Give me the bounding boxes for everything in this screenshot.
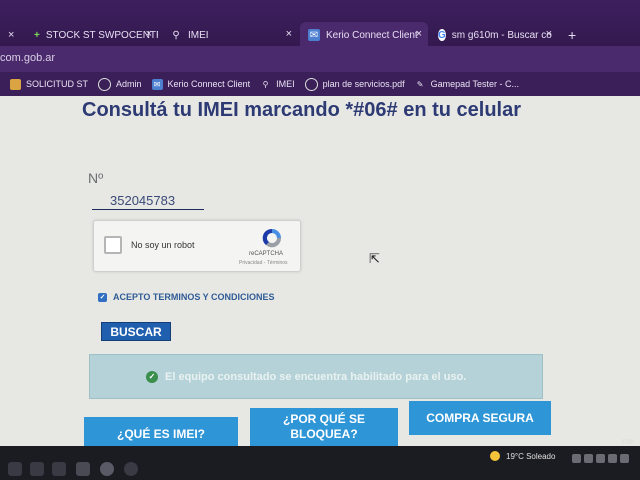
captcha-checkbox[interactable] [104, 236, 122, 254]
tray-icon[interactable] [584, 454, 593, 463]
usb-icon: ⚲ [262, 79, 269, 89]
imei-input[interactable] [92, 192, 204, 210]
close-icon[interactable]: × [286, 28, 292, 40]
mail-icon: ✉ [308, 29, 320, 41]
captcha-label: No soy un robot [131, 240, 195, 250]
close-icon[interactable]: × [546, 28, 552, 40]
tray-icon[interactable] [596, 454, 605, 463]
tray-icon[interactable] [620, 454, 629, 463]
check-circle-icon: ✓ [146, 370, 158, 383]
tab-stock[interactable]: + STOCK ST SWPOCENTR × [26, 22, 158, 48]
bookmark-label: Admin [116, 79, 142, 89]
tab-close-icon[interactable]: × [0, 22, 26, 48]
close-icon[interactable]: × [146, 28, 152, 40]
why-blocked-button[interactable]: ¿POR QUÉ SE BLOQUEA? [250, 408, 398, 446]
terms-label: ACEPTO TERMINOS Y CONDICIONES [113, 292, 275, 302]
tab-kerio[interactable]: ✉ Kerio Connect Client × [300, 22, 428, 48]
bookmark-label: IMEI [276, 79, 295, 89]
recaptcha-widget: No soy un robot reCAPTCHA Privacidad - T… [93, 220, 301, 272]
bookmark-solicitud[interactable]: SOLICITUD ST [10, 78, 89, 90]
app-icon[interactable] [8, 462, 22, 476]
mouse-cursor-icon: ⇱ [369, 251, 380, 266]
tab-label: STOCK ST SWPOCENTR [45, 29, 158, 41]
globe-icon [304, 77, 318, 91]
plus-icon: + [34, 29, 40, 41]
safe-purchase-button[interactable]: COMPRA SEGURA [409, 401, 551, 435]
checkbox-checked-icon[interactable]: ✓ [98, 292, 107, 302]
globe-icon [98, 77, 112, 91]
mail-icon: ✉ [151, 78, 163, 90]
page-title: Consultá tu IMEI marcando *#06# en tu ce… [82, 99, 522, 121]
bookmark-label: SOLICITUD ST [26, 79, 89, 89]
bookmark-label: plan de servicios.pdf [322, 79, 405, 89]
address-bar[interactable]: com.gob.ar [0, 46, 640, 72]
terms-checkbox-row[interactable]: ✓ ACEPTO TERMINOS Y CONDICIONES [98, 292, 275, 302]
close-icon[interactable]: × [416, 28, 422, 40]
result-message: El equipo consultado se encuentra habili… [165, 370, 467, 383]
sun-icon [490, 451, 500, 461]
bookmark-plan[interactable]: plan de servicios.pdf [304, 77, 405, 91]
tray-icon[interactable] [572, 454, 581, 463]
system-tray [572, 454, 629, 463]
app-icon[interactable] [52, 462, 66, 476]
weather-widget[interactable]: 19°C Soleado [490, 451, 555, 461]
google-icon: G [438, 29, 446, 41]
page-content: Consultá tu IMEI marcando *#06# en tu ce… [0, 96, 640, 468]
tab-label: sm g610m - Buscar co [451, 29, 552, 41]
bookmark-imei[interactable]: ⚲ IMEI [260, 79, 295, 90]
url-text: com.gob.ar [0, 52, 56, 64]
bookmark-gamepad[interactable]: ✎ Gamepad Tester - C... [415, 79, 519, 90]
app-icon[interactable] [124, 462, 138, 476]
grid-icon [10, 78, 21, 90]
usb-icon: ⚲ [172, 29, 180, 41]
app-icon[interactable] [100, 462, 114, 476]
tray-icon[interactable] [608, 454, 617, 463]
app-icon[interactable] [76, 462, 90, 476]
browser-tab-bar: × + STOCK ST SWPOCENTR × ⚲ IMEI × ✉ Keri… [0, 0, 640, 48]
tab-label: IMEI [188, 29, 209, 41]
bookmark-admin[interactable]: Admin [98, 77, 142, 91]
captcha-brand: reCAPTCHA [249, 251, 284, 257]
bookmark-label: Gamepad Tester - C... [430, 79, 520, 89]
imei-field-label: Nº [88, 170, 104, 186]
gamepad-icon: ✎ [416, 79, 424, 89]
tab-label: Kerio Connect Client [326, 29, 418, 41]
weather-text: 19°C Soleado [506, 451, 556, 461]
tab-imei[interactable]: ⚲ IMEI × [162, 22, 298, 48]
bookmarks-bar: SOLICITUD ST Admin ✉ Kerio Connect Clien… [0, 72, 640, 96]
language-indicator[interactable]: ESP [622, 440, 634, 446]
tab-google[interactable]: G sm g610m - Buscar co × [430, 22, 558, 48]
bookmark-label: Kerio Connect Client [167, 79, 251, 89]
captcha-legal[interactable]: Privacidad - Términos [239, 260, 288, 266]
result-notice: ✓ El equipo consultado se encuentra habi… [89, 354, 543, 399]
recaptcha-logo-icon [262, 228, 282, 248]
app-icon[interactable] [30, 462, 44, 476]
search-button[interactable]: BUSCAR [101, 322, 171, 341]
new-tab-button[interactable]: + [560, 22, 582, 48]
bookmark-kerio[interactable]: ✉ Kerio Connect Client [151, 78, 251, 90]
